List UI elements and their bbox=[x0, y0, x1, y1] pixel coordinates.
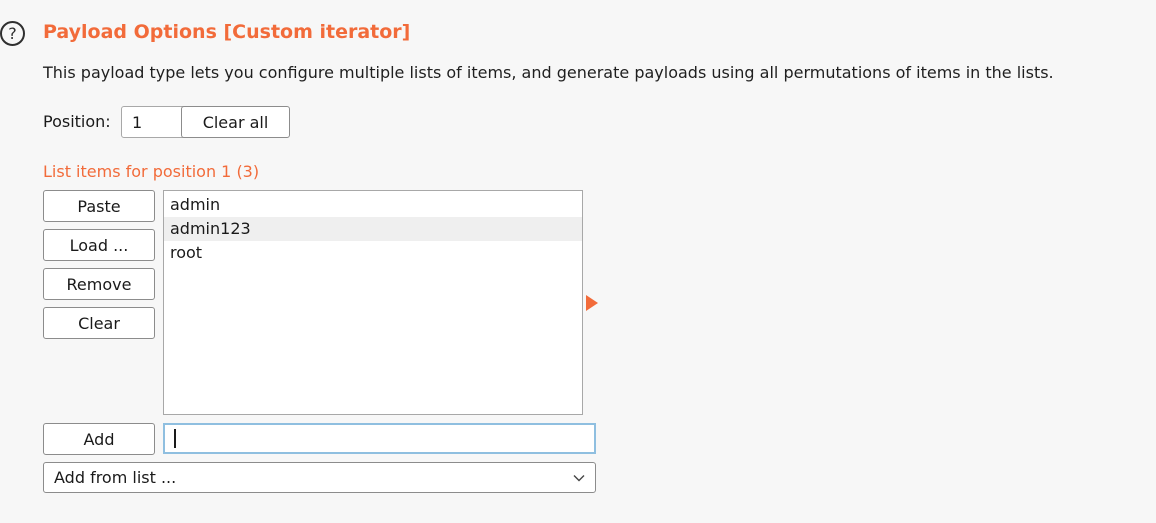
load-button[interactable]: Load ... bbox=[43, 229, 155, 261]
payload-options-panel: ? Payload Options [Custom iterator] This… bbox=[0, 0, 1156, 523]
text-caret bbox=[174, 429, 176, 448]
list-item[interactable]: root bbox=[164, 241, 582, 265]
position-label: Position: bbox=[43, 112, 111, 131]
clear-button[interactable]: Clear bbox=[43, 307, 155, 339]
expand-arrow-icon[interactable] bbox=[586, 295, 598, 311]
list-item[interactable]: admin bbox=[164, 193, 582, 217]
help-icon-glyph: ? bbox=[8, 23, 17, 43]
add-from-list-label: Add from list ... bbox=[54, 468, 177, 487]
help-icon[interactable]: ? bbox=[0, 21, 25, 46]
list-items-header: List items for position 1 (3) bbox=[43, 162, 260, 181]
add-item-input[interactable] bbox=[163, 423, 596, 454]
paste-button[interactable]: Paste bbox=[43, 190, 155, 222]
add-from-list-dropdown[interactable]: Add from list ... bbox=[43, 462, 596, 493]
section-description: This payload type lets you configure mul… bbox=[43, 63, 1054, 82]
clear-all-button[interactable]: Clear all bbox=[181, 106, 290, 138]
position-select[interactable]: 1 bbox=[121, 106, 185, 138]
remove-button[interactable]: Remove bbox=[43, 268, 155, 300]
payload-list[interactable]: admin admin123 root bbox=[163, 190, 583, 415]
add-button[interactable]: Add bbox=[43, 423, 155, 455]
list-item[interactable]: admin123 bbox=[164, 217, 582, 241]
section-title: Payload Options [Custom iterator] bbox=[43, 21, 411, 43]
chevron-down-icon bbox=[573, 475, 585, 482]
